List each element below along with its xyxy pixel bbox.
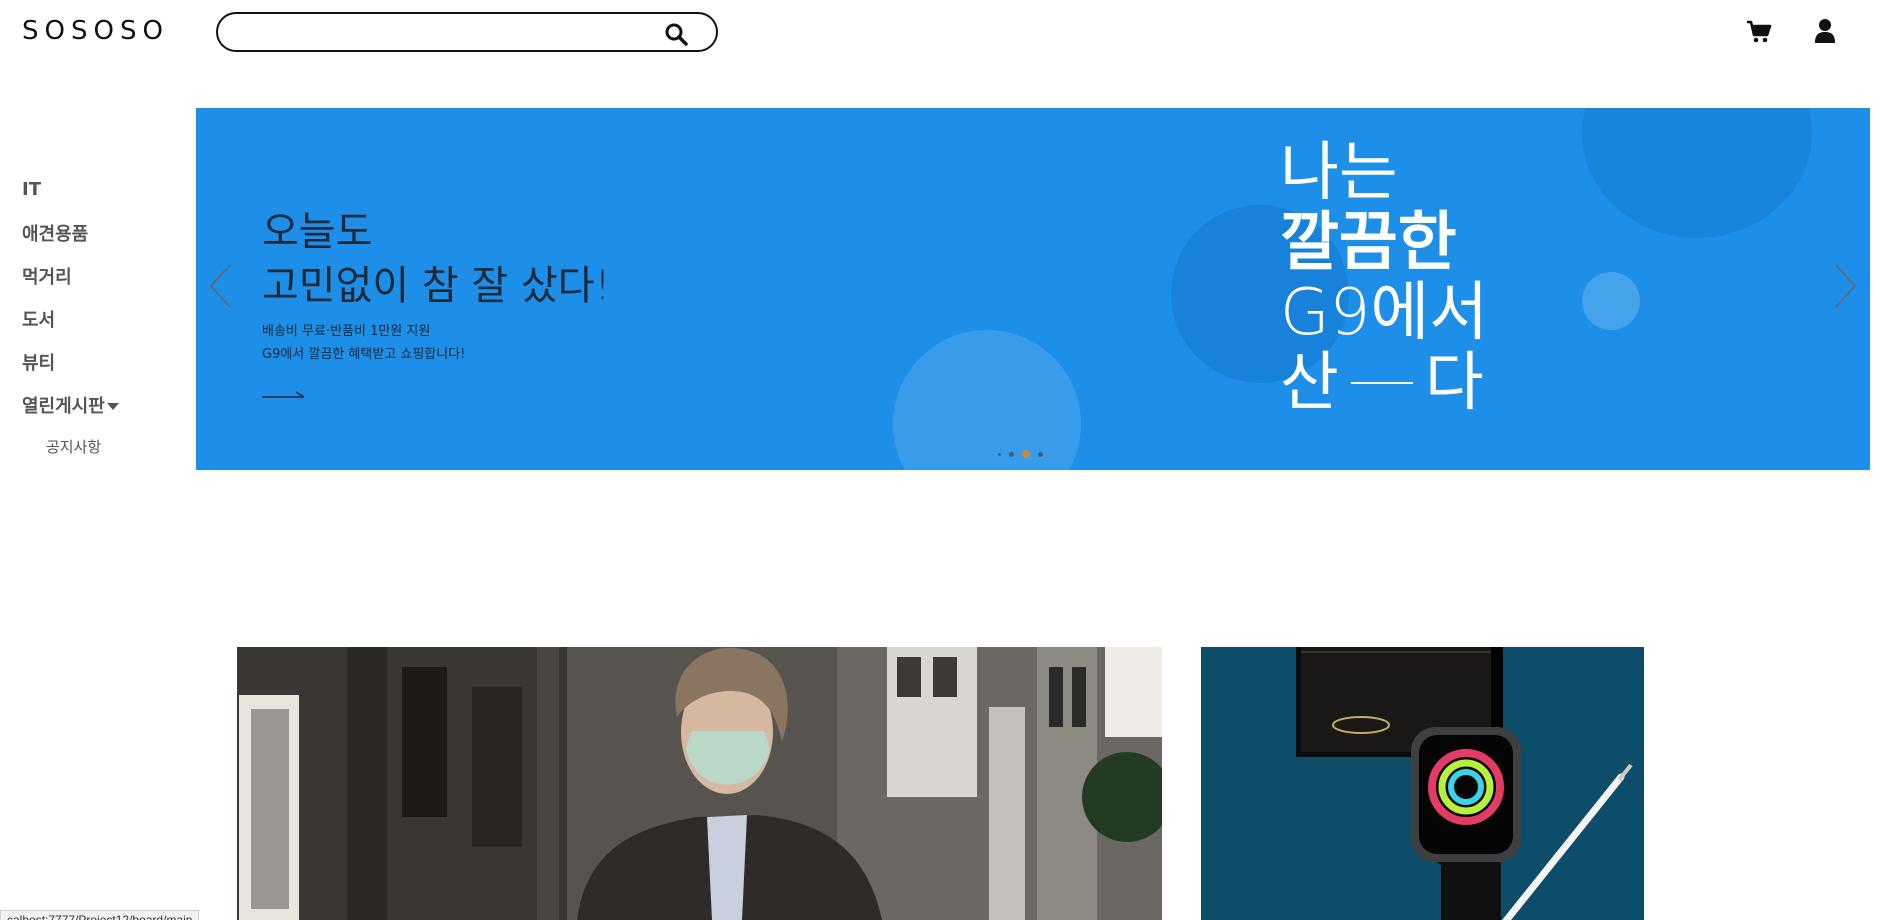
banner-carousel: 오늘도 고민없이 참 잘 샀다! 배송비 무료·반품비 1만원 지원 G9에서 … [196,108,1870,470]
sidebar-subitem-notice[interactable]: 공지사항 [22,436,192,457]
sidebar-item-food[interactable]: 먹거리 [22,254,192,297]
carousel-dot[interactable] [998,452,1001,456]
banner-slogan-line: 산 다 [1280,348,1488,418]
browser-status-url: calhost:7777/Project12/board/main [0,910,200,920]
caret-down-icon [106,403,119,410]
sidebar-item-label: IT [22,179,41,200]
banner-headline-line: 오늘도 [262,209,373,255]
banner-slogan-line: G9에서 [1280,276,1489,350]
banner-slogan: 나는 깔끔한 G9에서 산 다 [1280,138,1488,418]
user-icon[interactable] [1814,18,1836,44]
banner-slogan-word: 다 [1424,346,1484,420]
sidebar-item-beauty[interactable]: 뷰티 [22,340,192,383]
sidebar-item-books[interactable]: 도서 [22,297,192,340]
carousel-dot-active[interactable] [1022,450,1030,458]
banner-slogan-line: 나는 [1280,136,1398,210]
banner-slogan-word: 산 [1280,346,1339,420]
photo-masked-man [237,647,1162,920]
banner-subtext-line: G9에서 깔끔한 혜택받고 쇼핑합니다! [262,347,466,362]
banner-slogan-line: 깔끔한 [1280,206,1457,280]
sidebar-item-open-board[interactable]: 열린게시판 [22,383,192,426]
sidebar-item-it[interactable]: IT [22,168,192,211]
banner-subtext-line: 배송비 무료·반품비 1만원 지원 [262,324,431,339]
sidebar-item-pet-supplies[interactable]: 애견용품 [22,211,192,254]
sidebar-item-label: 애견용품 [22,223,89,245]
long-arrow-icon[interactable] [262,390,306,402]
carousel-dot[interactable] [1009,451,1014,457]
slogan-dash [1350,382,1413,384]
cart-icon[interactable] [1746,20,1772,44]
carousel-dot[interactable] [1038,451,1043,457]
carousel-indicators [998,450,1043,458]
search-icon[interactable] [664,22,688,46]
sidebar-item-label: 열린게시판 [22,395,105,417]
sidebar-item-label: 도서 [22,309,56,331]
banner-headline: 오늘도 고민없이 참 잘 샀다! [262,205,611,313]
decorative-circle [893,330,1081,470]
search-input[interactable] [234,20,654,46]
promo-image-gadgets[interactable] [1201,647,1644,920]
banner-subtext: 배송비 무료·반품비 1만원 지원 G9에서 깔끔한 혜택받고 쇼핑합니다! [262,320,465,366]
chevron-left-icon[interactable] [208,263,232,309]
promo-image-masked-man[interactable] [237,647,1162,920]
banner-headline-line: 고민없이 참 잘 샀다! [262,263,611,309]
decorative-circle [1582,272,1640,330]
photo-speaker-watch [1201,647,1644,920]
sidebar-nav: IT 애견용품 먹거리 도서 뷰티 열린게시판 공지사항 [22,168,192,457]
sidebar-item-label: 뷰티 [22,352,56,374]
sidebar-item-label: 먹거리 [22,266,72,288]
search-bar [216,12,718,52]
chevron-right-icon[interactable] [1834,263,1858,309]
decorative-circle [1582,108,1812,238]
site-logo[interactable]: SOSOSO [22,16,169,46]
page: SOSOSO IT 애견용품 먹거리 도서 뷰티 열린게시판 공지사항 오늘도 … [0,0,1880,920]
